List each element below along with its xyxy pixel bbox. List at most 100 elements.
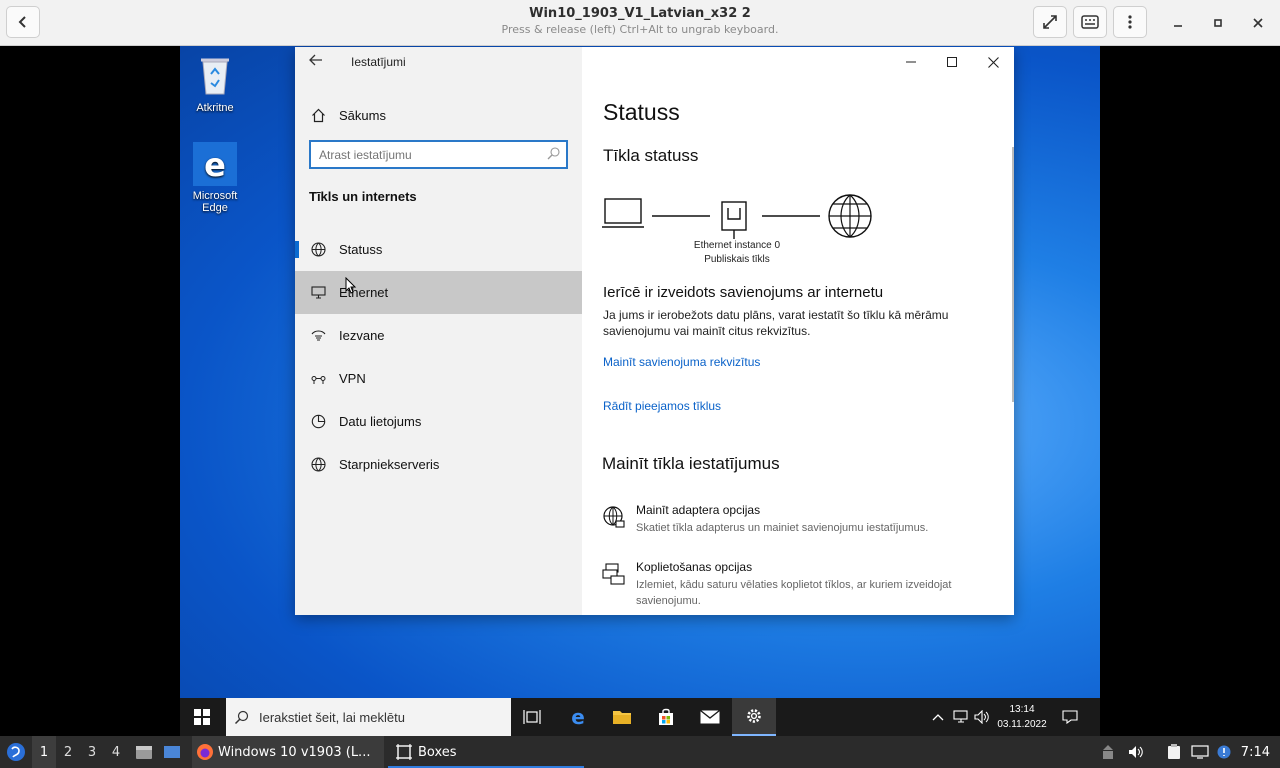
- speaker-icon: [1129, 746, 1143, 758]
- taskbar-item-firefox[interactable]: Windows 10 v1903 (L...: [192, 736, 384, 768]
- file-explorer-button[interactable]: [600, 698, 644, 736]
- workspace-1[interactable]: 1: [32, 736, 56, 768]
- nav-item-dialup[interactable]: Iezvane: [295, 314, 582, 357]
- tray-updates[interactable]: [1096, 736, 1120, 768]
- recycle-bin-icon: [193, 54, 237, 98]
- workspace-4[interactable]: 4: [104, 736, 128, 768]
- nav-item-label: VPN: [339, 371, 366, 386]
- home-icon: [310, 107, 326, 123]
- keyboard-button[interactable]: [1073, 6, 1107, 38]
- show-available-networks-link[interactable]: Rādīt pieejamos tīklus: [603, 399, 721, 413]
- minimize-icon: [1174, 25, 1182, 27]
- show-desktop-icon: [164, 746, 180, 758]
- back-arrow-icon: [309, 54, 322, 66]
- nav-item-ethernet[interactable]: Ethernet: [295, 271, 582, 314]
- tray-network[interactable]: [1188, 736, 1212, 768]
- boxes-icon: [396, 744, 412, 760]
- nav-item-label: Datu lietojums: [339, 414, 422, 429]
- windows-taskbar: Ierakstiet šeit, lai meklētu e 13:14 03.…: [180, 698, 1100, 736]
- network-type: Publiskais tīkls: [704, 254, 770, 265]
- action-center-button[interactable]: [1058, 698, 1082, 736]
- nav-item-vpn[interactable]: VPN: [295, 357, 582, 400]
- app-menu-button[interactable]: [2, 736, 30, 768]
- back-arrow-button[interactable]: [309, 53, 323, 69]
- window-maximize-button[interactable]: [932, 49, 972, 75]
- settings-taskbar-button[interactable]: [732, 698, 776, 736]
- store-button[interactable]: [644, 698, 688, 736]
- nav-item-data-usage[interactable]: Datu lietojums: [295, 400, 582, 443]
- network-icon: [1191, 745, 1209, 759]
- laptop-icon: [602, 198, 644, 228]
- task-label: Windows 10 v1903 (L...: [218, 744, 371, 760]
- mail-button[interactable]: [688, 698, 732, 736]
- vm-screen[interactable]: Atkritne e Microsoft Edge Iestatījumi Sā…: [180, 46, 1100, 736]
- desktop-icon-edge[interactable]: e Microsoft Edge: [180, 142, 250, 214]
- maximize-button[interactable]: [1207, 12, 1229, 34]
- boxes-header: Win10_1903_V1_Latvian_x32 2 Press & rele…: [0, 0, 1280, 46]
- window-title: Iestatījumi: [351, 55, 406, 69]
- gear-icon: [747, 709, 761, 723]
- maximize-icon: [947, 57, 957, 67]
- volume-tray-button[interactable]: [972, 698, 992, 736]
- task-view-button[interactable]: [510, 698, 554, 736]
- settings-search-input[interactable]: [311, 142, 531, 167]
- settings-content: Statuss Tīkla statuss Ethernet instance …: [582, 47, 1014, 615]
- desktop-icon-label: Microsoft Edge: [192, 190, 238, 214]
- mouse-cursor-icon: [345, 277, 357, 294]
- svg-text:e: e: [204, 146, 226, 184]
- option-adapter[interactable]: Mainīt adaptera opcijas Skatiet tīkla ad…: [602, 503, 982, 543]
- workspace-2[interactable]: 2: [56, 736, 80, 768]
- ethernet-port-icon: [721, 201, 747, 239]
- nav-item-label: Statuss: [339, 242, 383, 257]
- clock-time: 13:14: [1009, 704, 1035, 715]
- workspace-3[interactable]: 3: [80, 736, 104, 768]
- network-status-heading: Tīkla statuss: [603, 146, 699, 165]
- nav-item-label: Starpniekserveris: [339, 457, 440, 472]
- edge-icon: e: [193, 142, 237, 186]
- dialup-icon: [310, 328, 326, 344]
- taskbar-clock[interactable]: 13:14 03.11.2022: [992, 702, 1052, 732]
- mail-icon: [700, 710, 720, 724]
- nav-item-label: Iezvane: [339, 328, 385, 343]
- change-connection-properties-link[interactable]: Mainīt savienojuma rekvizītus: [603, 355, 760, 369]
- host-panel: 1 2 3 4 Windows 10 v1903 (L... Boxes 7:1…: [0, 736, 1280, 768]
- tray-overflow-button[interactable]: [928, 698, 948, 736]
- fullscreen-button[interactable]: [1033, 6, 1067, 38]
- network-icon: [953, 710, 968, 723]
- content-scrollbar[interactable]: [1012, 147, 1014, 402]
- clipboard-icon: [1168, 744, 1180, 759]
- nav-item-proxy[interactable]: Starpniekserveris: [295, 443, 582, 486]
- tray-notifications[interactable]: [1212, 736, 1236, 768]
- files-launcher[interactable]: [132, 736, 156, 768]
- file-manager-icon: [136, 746, 152, 759]
- network-tray-button[interactable]: [950, 698, 972, 736]
- maximize-icon: [1214, 19, 1222, 27]
- tray-clipboard[interactable]: [1162, 736, 1186, 768]
- firefox-icon: [197, 744, 213, 760]
- tray-volume[interactable]: [1124, 736, 1148, 768]
- window-minimize-button[interactable]: [891, 49, 931, 75]
- task-view-icon: [523, 710, 541, 724]
- taskbar-search-box[interactable]: Ierakstiet šeit, lai meklētu: [226, 698, 511, 736]
- minimize-button[interactable]: [1167, 12, 1189, 34]
- menu-button[interactable]: [1113, 6, 1147, 38]
- taskbar-item-boxes[interactable]: Boxes: [388, 736, 584, 768]
- host-clock[interactable]: 7:14: [1241, 736, 1270, 768]
- option-sharing[interactable]: Koplietošanas opcijas Izlemiet, kādu sat…: [602, 560, 982, 610]
- search-icon: [547, 147, 560, 165]
- nav-item-status[interactable]: Statuss: [295, 228, 582, 271]
- nav-home-label: Sākums: [339, 107, 386, 123]
- adapter-globe-icon: [602, 505, 628, 531]
- window-close-button[interactable]: [973, 49, 1013, 75]
- close-button[interactable]: [1247, 12, 1269, 34]
- option-description: Skatiet tīkla adapterus un mainiet savie…: [636, 522, 929, 534]
- notification-icon: [1062, 710, 1078, 724]
- settings-search-box[interactable]: [309, 140, 568, 169]
- nav-home[interactable]: Sākums: [295, 99, 582, 131]
- start-button[interactable]: [180, 698, 224, 736]
- desktop-icon-recycle-bin[interactable]: Atkritne: [180, 54, 250, 114]
- sharing-icon: [602, 562, 628, 588]
- option-description: Izlemiet, kādu saturu vēlaties koplietot…: [636, 579, 952, 607]
- desktop-launcher[interactable]: [160, 736, 184, 768]
- edge-taskbar-button[interactable]: e: [556, 698, 600, 736]
